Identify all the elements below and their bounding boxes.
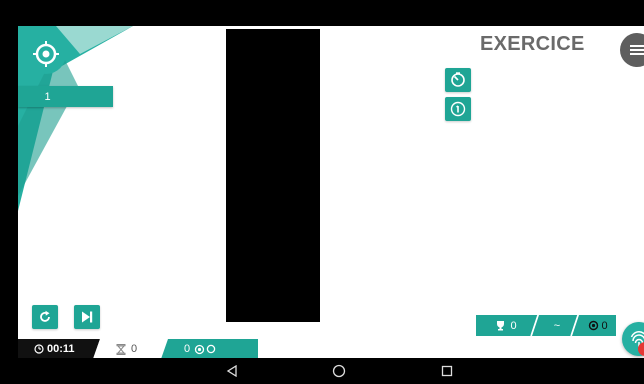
- target-button[interactable]: [26, 34, 66, 74]
- skip-button[interactable]: [74, 305, 100, 329]
- hourglass-icon: [116, 343, 126, 355]
- trophy-counter: 0: [486, 315, 526, 336]
- skip-forward-icon: [82, 311, 93, 323]
- system-navigation-bar: [0, 358, 644, 384]
- score-value: 0: [184, 343, 191, 355]
- level-value: 1: [44, 90, 51, 103]
- trophy-count: 0: [510, 319, 517, 332]
- recents-button[interactable]: [439, 363, 455, 379]
- home-button[interactable]: [331, 363, 347, 379]
- info-button[interactable]: [445, 97, 471, 121]
- page-title: EXERCICE: [480, 33, 585, 55]
- timer-display: 00:11: [34, 339, 94, 358]
- exercise-stage: [226, 29, 320, 322]
- back-triangle-icon: [226, 365, 237, 377]
- circle-icon: [206, 344, 216, 354]
- back-button[interactable]: [224, 363, 240, 379]
- speed-button[interactable]: [445, 68, 471, 92]
- app-screen: 1 EXERCICE 0 ~ 0 00:11 0 0: [18, 26, 644, 358]
- clock-icon: [34, 344, 44, 354]
- middle-value: ~: [553, 319, 561, 332]
- menu-icon: [630, 45, 644, 55]
- restart-button[interactable]: [32, 305, 58, 329]
- eye-icon: [589, 320, 599, 331]
- results-panel: 0 ~ 0: [476, 315, 616, 336]
- restart-icon: [40, 310, 50, 322]
- status-bar: [0, 0, 644, 26]
- score-display: 0: [184, 339, 244, 358]
- trophy-icon: [497, 321, 505, 331]
- trials-value: 0: [131, 343, 138, 355]
- eyes-count: 0: [601, 319, 608, 332]
- recents-square-icon: [441, 365, 453, 377]
- level-badge: 1: [18, 86, 113, 107]
- eyes-counter: 0: [582, 315, 614, 336]
- trials-counter: 0: [116, 339, 156, 358]
- info-icon: [450, 101, 466, 117]
- speedometer-icon: [451, 72, 465, 87]
- bottom-status-bar: 00:11 0 0: [18, 339, 258, 358]
- home-circle-icon: [332, 364, 346, 378]
- target-icon: [33, 41, 59, 67]
- timer-value: 00:11: [47, 343, 75, 355]
- menu-button[interactable]: [620, 33, 644, 67]
- middle-counter: ~: [540, 315, 574, 336]
- eye-icon: [194, 344, 205, 354]
